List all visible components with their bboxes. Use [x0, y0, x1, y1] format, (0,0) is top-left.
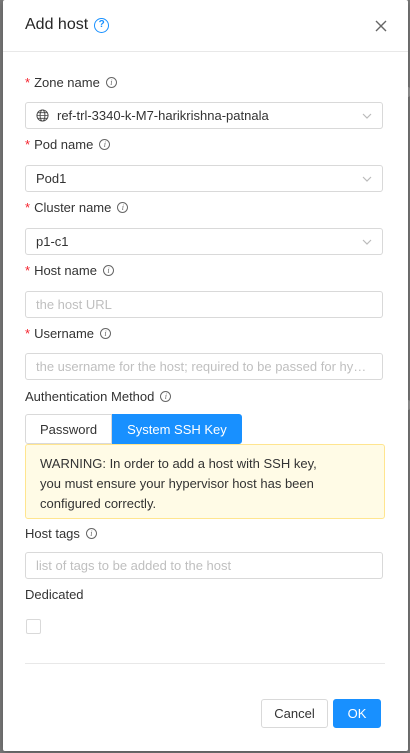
close-icon[interactable]	[373, 18, 389, 34]
warning-line: you must ensure your hypervisor host has…	[40, 476, 314, 491]
dialog-title: Add host ?	[25, 16, 110, 34]
cluster-label-text: Cluster name	[34, 200, 112, 215]
chevron-down-icon	[362, 176, 372, 182]
warning-line: WARNING: In order to add a host with SSH…	[40, 456, 317, 471]
required-marker: *	[25, 75, 31, 90]
pod-label-text: Pod name	[34, 137, 94, 152]
dialog-header: Add host ?	[3, 0, 408, 52]
info-icon[interactable]: i	[100, 328, 112, 339]
auth-ssh-key-option[interactable]: System SSH Key	[112, 414, 242, 444]
chevron-down-icon	[362, 239, 372, 245]
info-icon[interactable]: i	[99, 139, 111, 150]
required-marker: *	[25, 137, 31, 152]
info-icon[interactable]: i	[117, 202, 129, 213]
username-input[interactable]: the username for the host; required to b…	[25, 353, 383, 380]
zone-label-text: Zone name	[34, 75, 100, 90]
dedicated-label-text: Dedicated	[25, 587, 84, 602]
divider	[25, 663, 385, 664]
info-icon[interactable]: i	[160, 391, 172, 402]
pod-value: Pod1	[36, 171, 67, 186]
username-label: * Username i	[25, 326, 112, 341]
info-icon[interactable]: i	[105, 77, 117, 88]
warning-line: configured correctly.	[40, 496, 157, 511]
cluster-value: p1-c1	[36, 234, 69, 249]
info-icon[interactable]: i	[85, 528, 97, 539]
help-icon[interactable]: ?	[94, 17, 110, 33]
hosttags-label-text: Host tags	[25, 526, 80, 541]
globe-icon	[36, 109, 49, 122]
zone-select[interactable]: ref-trl-3340-k-M7-harikrishna-patnala	[25, 102, 383, 129]
pod-label: * Pod name i	[25, 137, 111, 152]
ssh-warning-alert: WARNING: In order to add a host with SSH…	[25, 444, 385, 519]
username-label-text: Username	[34, 326, 95, 341]
required-marker: *	[25, 200, 31, 215]
hostname-placeholder: the host URL	[36, 297, 112, 312]
auth-label: Authentication Method i	[25, 389, 172, 404]
pod-select[interactable]: Pod1	[25, 165, 383, 192]
cluster-select[interactable]: p1-c1	[25, 228, 383, 255]
info-icon[interactable]: i	[102, 265, 114, 276]
ok-button[interactable]: OK	[333, 699, 381, 728]
hostname-input[interactable]: the host URL	[25, 291, 383, 318]
chevron-down-icon	[362, 113, 372, 119]
cluster-label: * Cluster name i	[25, 200, 129, 215]
add-host-dialog: Add host ? * Zone name i ref-trl-3340-k-…	[3, 0, 408, 751]
hostname-label: * Host name i	[25, 263, 114, 278]
dedicated-label: Dedicated	[25, 587, 84, 602]
username-placeholder: the username for the host; required to b…	[36, 359, 372, 374]
dedicated-checkbox[interactable]	[26, 619, 41, 634]
required-marker: *	[25, 263, 31, 278]
auth-method-toggle: Password System SSH Key	[25, 414, 242, 444]
auth-label-text: Authentication Method	[25, 389, 155, 404]
zone-label: * Zone name i	[25, 75, 117, 90]
hosttags-label: Host tags i	[25, 526, 97, 541]
required-marker: *	[25, 326, 31, 341]
zone-value: ref-trl-3340-k-M7-harikrishna-patnala	[57, 108, 269, 123]
cancel-button[interactable]: Cancel	[261, 699, 328, 728]
hostname-label-text: Host name	[34, 263, 97, 278]
dialog-title-text: Add host	[25, 16, 89, 33]
hosttags-input[interactable]: list of tags to be added to the host	[25, 552, 383, 579]
auth-password-option[interactable]: Password	[25, 414, 113, 444]
hosttags-placeholder: list of tags to be added to the host	[36, 558, 232, 573]
